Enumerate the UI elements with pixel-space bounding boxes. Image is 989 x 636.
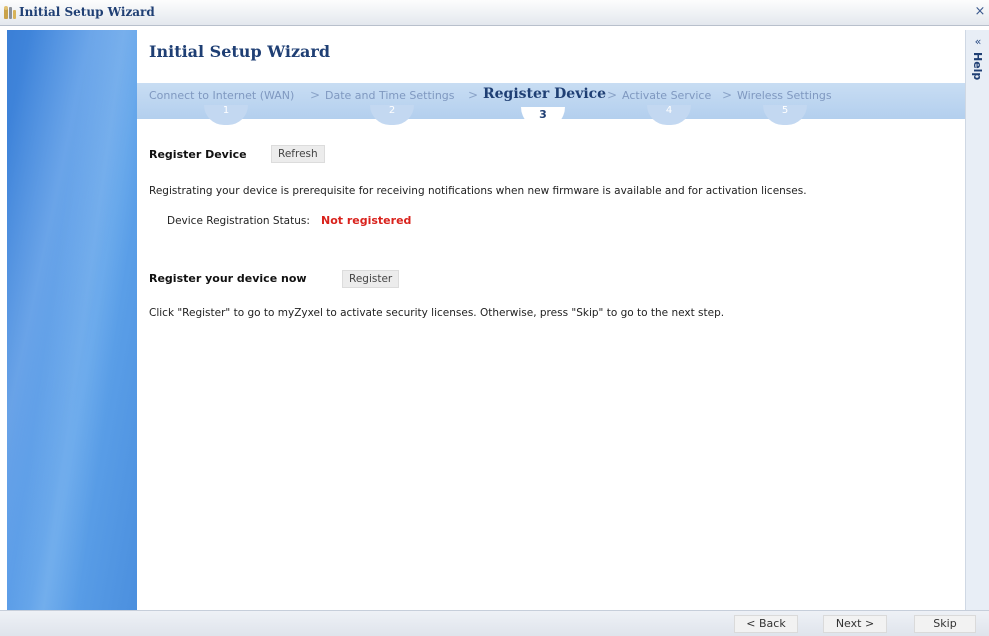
step-wireless-settings: Wireless Settings xyxy=(737,89,832,102)
skip-button[interactable]: Skip xyxy=(914,615,976,633)
window-title: Initial Setup Wizard xyxy=(19,5,155,19)
register-description: Registrating your device is prerequisite… xyxy=(149,185,807,197)
register-now-title: Register your device now xyxy=(149,272,307,285)
registration-status-value: Not registered xyxy=(321,214,412,227)
help-panel: « Help xyxy=(965,30,989,610)
step-separator: > xyxy=(310,88,321,102)
register-now-description: Click "Register" to go to myZyxel to act… xyxy=(149,307,725,319)
collapse-double-chevron-icon[interactable]: « xyxy=(971,36,985,48)
wizard-tools-icon xyxy=(4,6,16,19)
step-date-time: Date and Time Settings xyxy=(325,89,455,102)
wizard-steps-bar: Connect to Internet (WAN) > Date and Tim… xyxy=(137,83,965,129)
step-separator: > xyxy=(722,88,733,102)
next-button[interactable]: Next > xyxy=(823,615,887,633)
register-device-title: Register Device xyxy=(149,148,247,161)
step-separator: > xyxy=(468,88,479,102)
step-number-3: 3 xyxy=(521,107,565,129)
step-connect-internet: Connect to Internet (WAN) xyxy=(149,89,295,102)
wizard-heading: Initial Setup Wizard xyxy=(149,42,331,61)
step-separator: > xyxy=(607,88,618,102)
left-decorative-panel xyxy=(7,30,137,610)
step-number-4: 4 xyxy=(647,105,691,125)
step-activate-service: Activate Service xyxy=(622,89,712,102)
step-number-2: 2 xyxy=(370,105,414,125)
help-toggle[interactable]: Help xyxy=(971,52,984,80)
refresh-button[interactable]: Refresh xyxy=(271,145,325,163)
wizard-content: Initial Setup Wizard Connect to Internet… xyxy=(137,30,965,610)
register-button[interactable]: Register xyxy=(342,270,400,288)
step-number-5: 5 xyxy=(763,105,807,125)
step-register-device: Register Device xyxy=(483,86,607,102)
close-icon[interactable]: × xyxy=(973,4,987,20)
step-number-1: 1 xyxy=(204,105,248,125)
window-title-bar: Initial Setup Wizard × xyxy=(0,0,989,26)
wizard-footer: < Back Next > Skip xyxy=(0,610,989,636)
back-button[interactable]: < Back xyxy=(734,615,798,633)
registration-status-label: Device Registration Status: xyxy=(167,215,310,227)
